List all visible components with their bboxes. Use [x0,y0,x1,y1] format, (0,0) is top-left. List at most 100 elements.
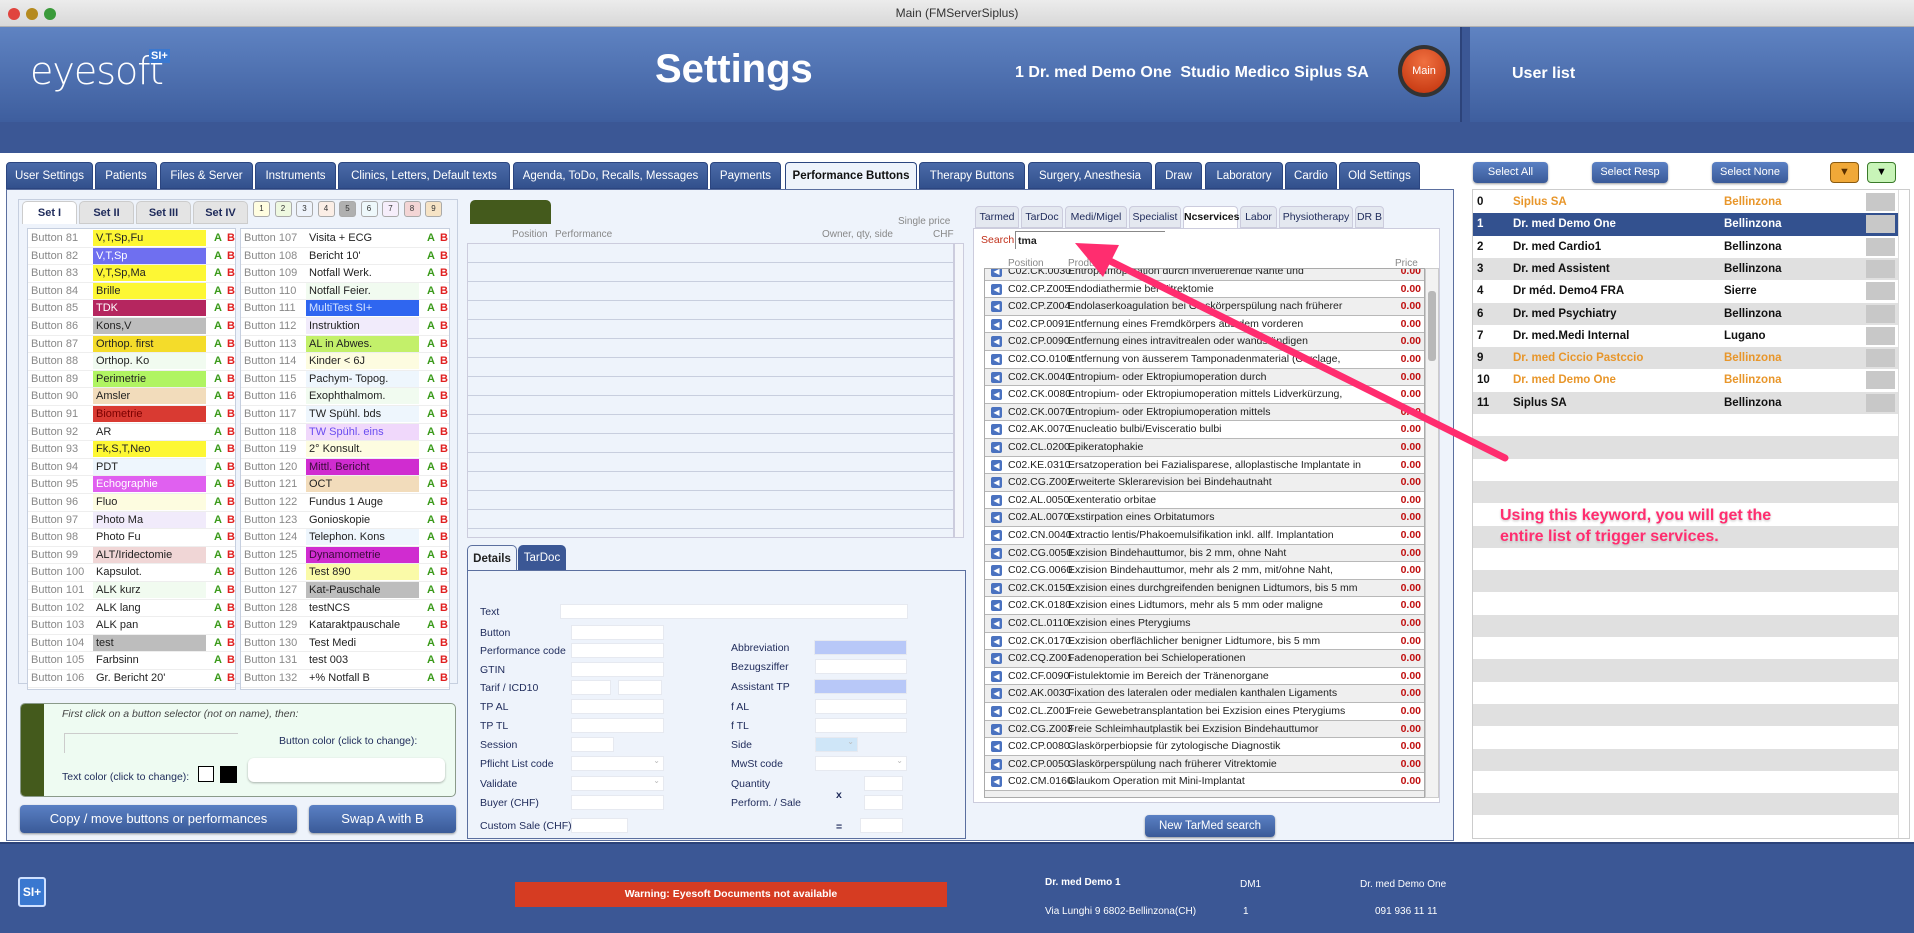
performance-row[interactable] [468,263,953,282]
assign-a-button[interactable]: A [214,670,222,687]
button-selector[interactable]: Button 110 [244,283,296,300]
button-selector[interactable]: Button 84 [31,283,78,300]
button-selector[interactable]: Button 89 [31,371,78,388]
assign-b-button[interactable]: B [440,336,448,353]
service-row[interactable]: ◀ C02.CK.0040 Entropium- oder Ektropiumope… [985,368,1424,387]
button-selector[interactable]: Button 121 [244,476,297,493]
assign-b-button[interactable]: B [227,424,235,441]
button-name-field[interactable] [64,733,238,753]
user-row[interactable] [1473,592,1898,615]
button-selector[interactable]: Button 91 [31,406,78,423]
assign-b-button[interactable]: B [440,283,448,300]
button-selector[interactable]: Button 119 [244,441,296,458]
assign-b-button[interactable]: B [227,670,235,687]
tab-agenda-todo-recalls-messages[interactable]: Agenda, ToDo, Recalls, Messages [513,162,708,189]
text-color-white-swatch[interactable] [198,766,214,782]
button-name[interactable]: Exophthalmom. [306,388,419,405]
button-selector[interactable]: Button 107 [244,230,297,247]
add-service-icon[interactable]: ◀ [991,424,1002,436]
assign-b-button[interactable]: B [440,582,448,599]
set-tab-1[interactable]: Set I [22,201,77,224]
button-name[interactable]: testNCS [306,599,419,616]
button-selector[interactable]: Button 101 [31,582,84,599]
assign-a-button[interactable]: A [427,529,435,546]
service-row[interactable]: ◀ C02.CF.0090 Fistulektomie im Bereich der… [985,667,1424,686]
search-input[interactable]: tma [1015,231,1165,249]
button-selector[interactable]: Button 93 [31,441,78,458]
add-service-icon[interactable]: ◀ [991,336,1002,348]
user-row[interactable]: 3 Dr. med Assistent Bellinzona [1473,257,1898,281]
button-selector[interactable]: Button 88 [31,353,78,370]
service-row[interactable]: ◀ C02.CP.0091 Entfernung eines Fremdkörper… [985,315,1424,334]
gtin-input[interactable] [571,662,664,677]
button-name[interactable]: Bericht 10' [306,247,419,264]
service-row[interactable] [985,791,1424,797]
assign-a-button[interactable]: A [214,230,222,247]
button-name[interactable]: PDT [93,458,206,475]
user-row[interactable] [1473,570,1898,593]
user-row[interactable]: 9 Dr. med Ciccio Pastccio Bellinzona [1473,347,1898,370]
service-row[interactable]: ◀ C02.CM.0160 Glaukom Operation mit Mini-I… [985,773,1424,791]
page-button-4[interactable]: 4 [317,201,335,217]
text-input[interactable] [560,604,908,619]
service-row[interactable]: ◀ C02.AK.0070 Enucleatio bulbi/Evisceratio… [985,421,1424,439]
performance-row[interactable] [468,320,953,339]
button-name[interactable]: Orthop. first [93,335,206,352]
button-name[interactable]: TDK [93,300,206,317]
assign-a-button[interactable]: A [427,300,435,317]
page-button-7[interactable]: 7 [382,201,399,217]
button-selector[interactable]: Button 114 [244,353,296,370]
button-name[interactable]: Biometrie [93,406,206,422]
tab-performance-buttons[interactable]: Performance Buttons [785,162,917,190]
button-name[interactable]: Kapsulot. [93,564,206,581]
assign-a-button[interactable]: A [427,564,435,581]
tab-draw[interactable]: Draw [1155,162,1202,189]
tab-instruments[interactable]: Instruments [255,162,336,189]
add-service-icon[interactable]: ◀ [991,318,1002,330]
button-selector[interactable]: Button 81 [31,230,78,247]
button-name[interactable]: 2° Konsult. [306,441,419,458]
assign-a-button[interactable]: A [427,494,435,511]
button-name[interactable]: Telephon. Kons [306,529,419,546]
zoom-window-button[interactable] [44,8,56,20]
service-row[interactable]: ◀ C02.CG.0060 Exzision Bindehauttumor, meh… [985,562,1424,580]
assign-a-button[interactable]: A [214,494,222,511]
user-row[interactable]: 2 Dr. med Cardio1 Bellinzona [1473,235,1898,258]
button-name[interactable]: test [93,634,206,651]
button-selector[interactable]: Button 86 [31,318,78,335]
button-name[interactable]: AR [93,423,206,440]
user-row[interactable]: 0 Siplus SA Bellinzona [1473,191,1898,214]
button-selector[interactable]: Button 98 [31,529,78,546]
button-name[interactable]: TW Spühl. eins [306,423,419,440]
performance-row[interactable] [468,453,953,472]
assign-b-button[interactable]: B [227,230,235,247]
set-tab-3[interactable]: Set III [136,201,191,224]
button-selector[interactable]: Button 85 [31,300,78,317]
performance-row[interactable] [468,491,953,510]
user-select-checkbox[interactable] [1866,282,1895,301]
button-name[interactable]: Kataraktpauschale [306,617,419,634]
assign-a-button[interactable]: A [427,336,435,353]
service-row[interactable]: ◀ C02.CK.0180 Exzision eines Lidtumors, me… [985,597,1424,615]
pflicht-list-code-select[interactable]: ⌄ [571,756,664,771]
button-name[interactable]: Kinder < 6J [306,353,419,370]
assign-b-button[interactable]: B [227,529,235,546]
validate-select[interactable]: ⌄ [571,776,664,791]
button-selector[interactable]: Button 124 [244,529,297,546]
assign-b-button[interactable]: B [440,424,448,441]
user-row[interactable]: 11 Siplus SA Bellinzona [1473,391,1898,414]
performance-row[interactable] [468,434,953,453]
button-name[interactable]: Echographie [93,476,206,493]
user-row[interactable] [1473,703,1898,727]
button-color-swatch[interactable] [248,758,445,782]
assign-b-button[interactable]: B [227,248,235,265]
f-tl-input[interactable] [815,718,907,733]
user-row[interactable] [1473,659,1898,682]
user-row[interactable]: 10 Dr. med Demo One Bellinzona [1473,369,1898,392]
assign-b-button[interactable]: B [227,406,235,423]
assign-a-button[interactable]: A [214,459,222,476]
performance-row[interactable] [468,339,953,358]
service-row[interactable]: ◀ C02.CP.0080 Glaskörperbiopsie für zytolo… [985,738,1424,756]
service-row[interactable]: ◀ C02.KE.0310 Ersatzoperation bei Fazialis… [985,456,1424,475]
button-name[interactable]: +% Notfall B [306,670,419,686]
